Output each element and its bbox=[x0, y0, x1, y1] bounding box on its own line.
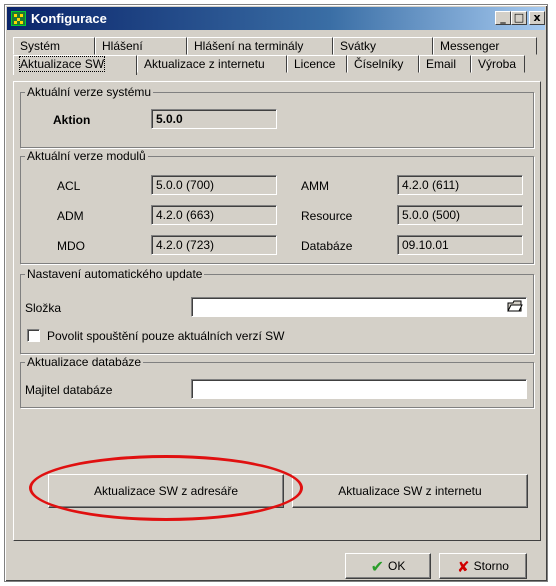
module-label-databaze: Databáze bbox=[301, 239, 353, 253]
current-versions-checkbox[interactable] bbox=[27, 329, 40, 342]
maximize-button[interactable]: □ bbox=[511, 11, 527, 25]
group-modules: Aktuální verze modulů ACL 5.0.0 (700) AD… bbox=[20, 149, 534, 264]
module-value-resource: 5.0.0 (500) bbox=[397, 205, 523, 225]
update-from-internet-button[interactable]: Aktualizace SW z internetu bbox=[292, 474, 528, 508]
db-owner-field[interactable] bbox=[191, 379, 527, 399]
app-icon bbox=[11, 11, 26, 26]
module-label-acl: ACL bbox=[57, 179, 81, 193]
ok-button[interactable]: ✔ OK bbox=[345, 553, 431, 579]
module-label-resource: Resource bbox=[301, 209, 353, 223]
tab-system[interactable]: Systém bbox=[13, 37, 95, 55]
folder-label: Složka bbox=[25, 301, 62, 315]
minimize-button[interactable]: _ bbox=[495, 11, 511, 25]
group-modules-label: Aktuální verze modulů bbox=[25, 149, 148, 163]
ok-button-label: OK bbox=[388, 559, 406, 573]
module-value-amm: 4.2.0 (611) bbox=[397, 175, 523, 195]
module-value-adm: 4.2.0 (663) bbox=[151, 205, 277, 225]
group-system-version: Aktuální verze systému Aktion 5.0.0 bbox=[20, 85, 534, 148]
module-value-mdo: 4.2.0 (723) bbox=[151, 235, 277, 255]
group-db-update-label: Aktualizace databáze bbox=[25, 355, 144, 369]
group-auto-update-label: Nastavení automatického update bbox=[25, 267, 205, 281]
current-versions-checkbox-label: Povolit spouštění pouze aktuálních verzí… bbox=[47, 329, 285, 343]
tab-licence[interactable]: Licence bbox=[287, 55, 347, 73]
tab-aktualizace-internet[interactable]: Aktualizace z internetu bbox=[137, 55, 287, 73]
cross-icon: ✘ bbox=[457, 557, 470, 576]
window-title: Konfigurace bbox=[31, 11, 107, 26]
tab-panel: Aktuální verze systému Aktion 5.0.0 Aktu… bbox=[13, 81, 541, 541]
close-button[interactable]: x bbox=[529, 11, 545, 25]
tab-email[interactable]: Email bbox=[419, 55, 471, 73]
tab-aktualizace-sw[interactable]: Aktualizace SW bbox=[13, 55, 137, 75]
folder-browse-icon[interactable] bbox=[506, 299, 524, 315]
group-system-version-label: Aktuální verze systému bbox=[25, 85, 154, 99]
title-bar[interactable]: Konfigurace _ □ x bbox=[7, 7, 545, 30]
tab-aktualizace-sw-label: Aktualizace SW bbox=[18, 56, 106, 72]
module-label-adm: ADM bbox=[57, 209, 84, 223]
group-auto-update: Nastavení automatického update Složka Po… bbox=[20, 267, 534, 354]
module-label-mdo: MDO bbox=[57, 239, 85, 253]
group-db-update: Aktualizace databáze Majitel databáze bbox=[20, 355, 534, 408]
update-from-dir-button[interactable]: Aktualizace SW z adresáře bbox=[48, 474, 284, 508]
tab-ciselniky[interactable]: Číselníky bbox=[347, 55, 419, 73]
checkmark-icon: ✔ bbox=[370, 556, 385, 576]
tab-svatky[interactable]: Svátky bbox=[333, 37, 433, 55]
tab-hlaseni-terminaly[interactable]: Hlášení na terminály bbox=[187, 37, 333, 55]
module-label-amm: AMM bbox=[301, 179, 329, 193]
cancel-button[interactable]: ✘ Storno bbox=[439, 553, 527, 579]
folder-field[interactable] bbox=[191, 297, 527, 317]
system-version-field: 5.0.0 bbox=[151, 109, 277, 129]
tab-row-upper: Systém Hlášení Hlášení na terminály Svát… bbox=[13, 37, 537, 55]
system-name: Aktion bbox=[53, 113, 91, 127]
tab-row-lower: Aktualizace SW Aktualizace z internetu L… bbox=[13, 55, 525, 75]
konfigurace-window: Konfigurace _ □ x Systém Hlášení Hlášení… bbox=[4, 4, 548, 582]
module-value-databaze: 09.10.01 bbox=[397, 235, 523, 255]
cancel-button-label: Storno bbox=[473, 559, 509, 573]
tab-messenger[interactable]: Messenger bbox=[433, 37, 537, 55]
db-owner-label: Majitel databáze bbox=[25, 383, 113, 397]
module-value-acl: 5.0.0 (700) bbox=[151, 175, 277, 195]
tab-hlaseni[interactable]: Hlášení bbox=[95, 37, 187, 55]
tab-vyroba[interactable]: Výroba bbox=[471, 55, 525, 73]
